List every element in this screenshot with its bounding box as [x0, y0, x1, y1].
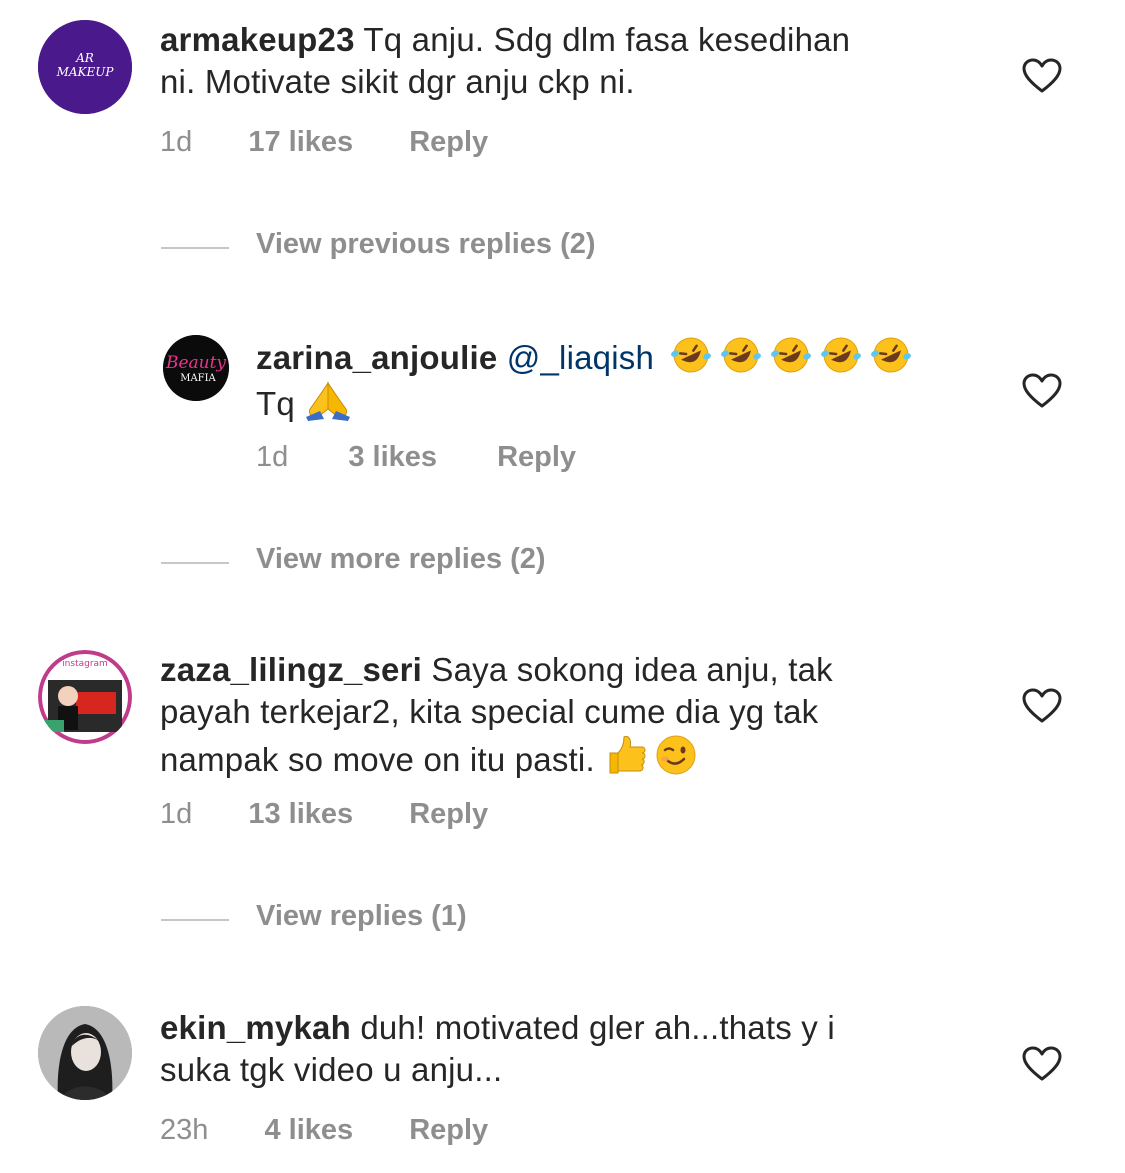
- likes-count[interactable]: 13 likes: [248, 798, 353, 831]
- avatar-photo: [38, 1006, 132, 1100]
- comment-meta: 1d 17 likes Reply: [160, 126, 488, 159]
- reply-button[interactable]: Reply: [409, 1114, 488, 1147]
- reply-body-line2: Tq: [256, 385, 305, 422]
- view-replies[interactable]: View replies (1): [161, 900, 761, 940]
- divider-line: [161, 919, 229, 921]
- comment-body-line2: suka tgk video u anju...: [160, 1051, 503, 1088]
- reply-zarina-anjoulie: Beauty MAFIA zarina_anjoulie @_liaqish T…: [0, 320, 1125, 500]
- likes-count[interactable]: 17 likes: [248, 126, 353, 159]
- comment-body: duh! motivated gler ah...thats y i: [350, 1009, 835, 1046]
- comment-meta: 23h 4 likes Reply: [160, 1114, 488, 1147]
- timestamp: 1d: [256, 441, 289, 473]
- rofl-emoji-icon: [721, 337, 762, 373]
- comment-text: zaza_lilingz_seri Saya sokong idea anju,…: [160, 649, 1000, 781]
- likes-count[interactable]: 4 likes: [264, 1114, 353, 1147]
- divider-line: [161, 247, 229, 249]
- timestamp: 23h: [160, 1114, 209, 1146]
- username[interactable]: zaza_lilingz_seri: [160, 651, 422, 688]
- reply-button[interactable]: Reply: [409, 126, 488, 159]
- comment-zaza-lilingz-seri: instagram zaza_lilingz_seri Saya sokong …: [0, 630, 1125, 850]
- avatar[interactable]: instagram: [38, 650, 132, 744]
- view-more-replies-label[interactable]: View more replies (2): [256, 543, 546, 576]
- divider-line: [161, 562, 229, 564]
- rofl-emoji-icon: [871, 337, 912, 373]
- avatar-logo: Beauty MAFIA: [163, 335, 229, 401]
- svg-text:AR: AR: [75, 51, 94, 65]
- avatar-logo: AR MAKEUP: [38, 20, 132, 114]
- avatar[interactable]: [38, 1006, 132, 1100]
- comment-body-line2: ni. Motivate sikit dgr anju ckp ni.: [160, 63, 635, 100]
- comment-body-line2: payah terkejar2, kita special cume dia y…: [160, 693, 819, 730]
- svg-text:MAFIA: MAFIA: [180, 373, 216, 384]
- rofl-emoji-group: [669, 337, 919, 376]
- rofl-emoji-icon: [671, 337, 712, 373]
- avatar[interactable]: AR MAKEUP: [38, 20, 132, 114]
- view-previous-replies-label[interactable]: View previous replies (2): [256, 228, 596, 261]
- svg-text:Beauty: Beauty: [165, 353, 226, 373]
- reply-button[interactable]: Reply: [497, 441, 576, 474]
- username[interactable]: armakeup23: [160, 21, 355, 58]
- rofl-emoji-icon: [771, 337, 812, 373]
- timestamp: 1d: [160, 798, 193, 830]
- thumbs-up-emoji-icon: [609, 736, 646, 774]
- wink-emoji-icon: [656, 735, 696, 775]
- like-heart-icon[interactable]: [1022, 688, 1062, 724]
- like-heart-icon[interactable]: [1022, 58, 1062, 94]
- view-replies-label[interactable]: View replies (1): [256, 900, 467, 933]
- mention-link[interactable]: @_liaqish: [497, 339, 654, 376]
- comment-body-line3: nampak so move on itu pasti.: [160, 741, 605, 778]
- likes-count[interactable]: 3 likes: [348, 441, 437, 474]
- rofl-emoji-icon: [821, 337, 862, 373]
- comment-text: armakeup23 Tq anju. Sdg dlm fasa kesedih…: [160, 19, 980, 103]
- avatar-photo: instagram: [38, 650, 132, 744]
- comment-meta: 1d 13 likes Reply: [160, 798, 488, 831]
- reply-meta: 1d 3 likes Reply: [256, 441, 576, 474]
- comment-body: Saya sokong idea anju, tak: [422, 651, 833, 688]
- like-heart-icon[interactable]: [1022, 1046, 1062, 1082]
- timestamp: 1d: [160, 126, 193, 158]
- reply-text: zarina_anjoulie @_liaqish Tq: [256, 335, 976, 425]
- username[interactable]: zarina_anjoulie: [256, 339, 497, 376]
- svg-text:instagram: instagram: [62, 659, 108, 669]
- folded-hands-emoji-icon: [306, 381, 351, 421]
- svg-text:MAKEUP: MAKEUP: [56, 65, 115, 79]
- comment-text: ekin_mykah duh! motivated gler ah...that…: [160, 1007, 980, 1091]
- view-previous-replies[interactable]: View previous replies (2): [161, 228, 761, 268]
- avatar[interactable]: Beauty MAFIA: [163, 335, 229, 401]
- view-more-replies[interactable]: View more replies (2): [161, 543, 761, 583]
- username[interactable]: ekin_mykah: [160, 1009, 351, 1046]
- comment-body: Tq anju. Sdg dlm fasa kesedihan: [354, 21, 851, 58]
- reply-button[interactable]: Reply: [409, 798, 488, 831]
- comment-ekin-mykah: ekin_mykah duh! motivated gler ah...that…: [0, 988, 1125, 1173]
- like-heart-icon[interactable]: [1022, 373, 1062, 409]
- comment-armakeup23: AR MAKEUP armakeup23 Tq anju. Sdg dlm fa…: [0, 0, 1125, 180]
